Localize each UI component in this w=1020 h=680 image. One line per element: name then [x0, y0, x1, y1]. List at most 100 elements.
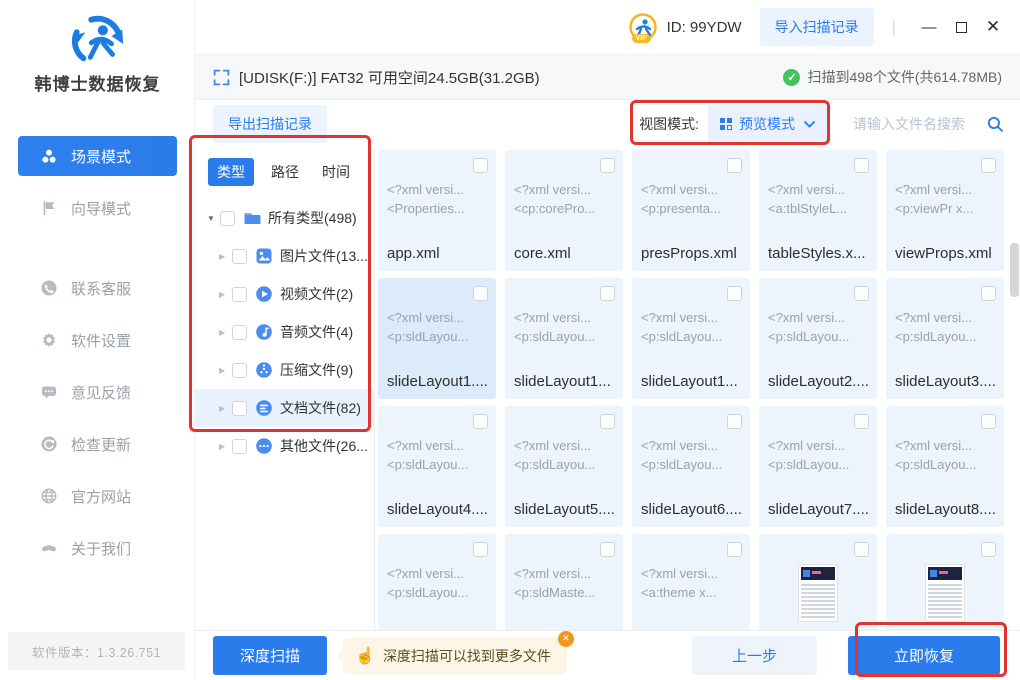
file-checkbox[interactable] — [727, 414, 742, 429]
expand-arrow-icon[interactable]: ▶ — [219, 404, 232, 413]
tree-tab-type[interactable]: 类型 — [208, 158, 254, 186]
sidebar-item-feedback[interactable]: 意见反馈 — [18, 372, 177, 412]
file-preview-text: <?xml versi...<Properties... — [387, 180, 488, 218]
file-card[interactable]: <?xml versi...<p:sldLayou...slideLayout4… — [378, 406, 496, 527]
file-preview-text: <?xml versi...<p:sldLayou... — [514, 436, 615, 474]
tree-item-other[interactable]: ▶ 其他文件(26... — [195, 427, 374, 465]
collapse-arrow-icon[interactable]: ▼ — [207, 214, 220, 223]
file-checkbox[interactable] — [727, 158, 742, 173]
expand-arrow-icon[interactable]: ▶ — [219, 290, 232, 299]
handshake-icon — [40, 540, 57, 557]
file-name: slideLayout1.... — [387, 373, 488, 390]
tree-item-label: 其他文件(26... — [280, 436, 368, 456]
file-card[interactable]: <?xml versi...<Properties...app.xml — [378, 150, 496, 271]
sidebar-item-support[interactable]: 联系客服 — [18, 268, 177, 308]
expand-arrow-icon[interactable]: ▶ — [219, 252, 232, 261]
tree-tab-time[interactable]: 时间 — [322, 162, 350, 182]
file-preview-text: <?xml versi...<p:sldLayou... — [895, 436, 996, 474]
file-card[interactable]: <?xml versi...<p:sldLayou...slideLayout1… — [378, 278, 496, 399]
file-checkbox[interactable] — [854, 414, 869, 429]
file-card[interactable]: <?xml versi...<a:tblStyleL...tableStyles… — [759, 150, 877, 271]
file-card[interactable]: <?xml versi...<p:sldLayou...slideLayout1… — [505, 278, 623, 399]
file-card[interactable]: <?xml versi...<p:sldLayou... — [378, 534, 496, 630]
file-checkbox[interactable] — [727, 286, 742, 301]
file-card[interactable]: <?xml versi...<p:sldLayou...slideLayout8… — [886, 406, 1004, 527]
close-button[interactable]: ✕ — [980, 14, 1006, 40]
tree-item-label: 视频文件(2) — [280, 284, 353, 304]
drive-icon — [213, 69, 230, 86]
file-checkbox[interactable] — [854, 286, 869, 301]
tree-tabs: 类型路径 时间 — [195, 158, 374, 186]
minimize-button[interactable]: — — [916, 14, 942, 40]
sidebar-item-label: 软件设置 — [71, 330, 131, 351]
file-card[interactable]: <?xml versi...<a:theme x... — [632, 534, 750, 630]
tree-item-video[interactable]: ▶ 视频文件(2) — [195, 275, 374, 313]
file-card[interactable]: <?xml versi...<p:sldLayou...slideLayout3… — [886, 278, 1004, 399]
previous-step-button[interactable]: 上一步 — [692, 636, 817, 675]
file-card[interactable]: <?xml versi...<p:sldLayou...slideLayout6… — [632, 406, 750, 527]
sidebar-item-update[interactable]: 检查更新 — [18, 424, 177, 464]
view-mode-dropdown[interactable]: 预览模式 — [708, 105, 827, 143]
tree-item-image[interactable]: ▶图片文件(13... — [195, 237, 374, 275]
file-card[interactable]: <?xml versi...<p:viewPr x...viewProps.xm… — [886, 150, 1004, 271]
chevron-down-icon — [804, 121, 815, 128]
sidebar-item-scene[interactable]: 场景模式 — [18, 136, 177, 176]
scrollbar-thumb[interactable] — [1010, 243, 1019, 297]
file-card[interactable]: <?xml versi...<p:sldLayou...slideLayout1… — [632, 278, 750, 399]
import-scan-button[interactable]: 导入扫描记录 — [760, 8, 874, 46]
file-checkbox[interactable] — [981, 542, 996, 557]
tree-checkbox[interactable] — [232, 439, 247, 454]
search-input[interactable] — [853, 116, 985, 132]
file-checkbox[interactable] — [473, 414, 488, 429]
export-scan-button[interactable]: 导出扫描记录 — [213, 105, 327, 143]
file-card[interactable] — [759, 534, 877, 630]
tree-checkbox[interactable] — [232, 249, 247, 264]
tree-item-doc[interactable]: ▶ 文档文件(82) — [195, 389, 374, 427]
deep-scan-button[interactable]: 深度扫描 — [213, 636, 327, 675]
tree-item-audio[interactable]: ▶音频文件(4) — [195, 313, 374, 351]
file-card[interactable]: <?xml versi...<p:sldLayou...slideLayout5… — [505, 406, 623, 527]
sidebar-item-wizard[interactable]: 向导模式 — [18, 188, 177, 228]
sidebar-item-settings[interactable]: 软件设置 — [18, 320, 177, 360]
file-checkbox[interactable] — [981, 414, 996, 429]
tree-checkbox[interactable] — [232, 401, 247, 416]
file-checkbox[interactable] — [600, 414, 615, 429]
file-checkbox[interactable] — [473, 286, 488, 301]
sidebar-item-label: 意见反馈 — [71, 382, 131, 403]
tree-item-archive[interactable]: ▶压缩文件(9) — [195, 351, 374, 389]
file-name: viewProps.xml — [895, 245, 992, 262]
search-icon[interactable] — [987, 116, 1004, 133]
tree-checkbox[interactable] — [232, 325, 247, 340]
tree-item-all[interactable]: ▼所有类型(498) — [195, 199, 374, 237]
file-card[interactable] — [886, 534, 1004, 630]
tree-checkbox[interactable] — [232, 287, 247, 302]
tree-checkbox[interactable] — [220, 211, 235, 226]
tree-checkbox[interactable] — [232, 363, 247, 378]
maximize-button[interactable] — [948, 14, 974, 40]
file-checkbox[interactable] — [600, 286, 615, 301]
file-checkbox[interactable] — [600, 542, 615, 557]
expand-arrow-icon[interactable]: ▶ — [219, 328, 232, 337]
file-checkbox[interactable] — [981, 158, 996, 173]
expand-arrow-icon[interactable]: ▶ — [219, 366, 232, 375]
file-checkbox[interactable] — [854, 158, 869, 173]
tree-tab-path[interactable]: 路径 — [271, 162, 299, 182]
file-checkbox[interactable] — [981, 286, 996, 301]
tip-close-button[interactable]: ✕ — [558, 631, 574, 647]
file-card[interactable]: <?xml versi...<p:sldLayou...slideLayout2… — [759, 278, 877, 399]
file-card[interactable]: <?xml versi...<cp:corePro...core.xml — [505, 150, 623, 271]
file-checkbox[interactable] — [854, 542, 869, 557]
file-card[interactable]: <?xml versi...<p:presenta...presProps.xm… — [632, 150, 750, 271]
file-checkbox[interactable] — [727, 542, 742, 557]
file-checkbox[interactable] — [473, 542, 488, 557]
sidebar-item-website[interactable]: 官方网站 — [18, 476, 177, 516]
file-card[interactable]: <?xml versi...<p:sldLayou...slideLayout7… — [759, 406, 877, 527]
file-card[interactable]: <?xml versi...<p:sldMaste... — [505, 534, 623, 630]
file-checkbox[interactable] — [600, 158, 615, 173]
file-name: tableStyles.x... — [768, 245, 866, 262]
file-checkbox[interactable] — [473, 158, 488, 173]
tree-item-label: 文档文件(82) — [280, 398, 361, 418]
sidebar-item-about[interactable]: 关于我们 — [18, 528, 177, 568]
recover-now-button[interactable]: 立即恢复 — [848, 636, 1000, 675]
expand-arrow-icon[interactable]: ▶ — [219, 442, 232, 451]
